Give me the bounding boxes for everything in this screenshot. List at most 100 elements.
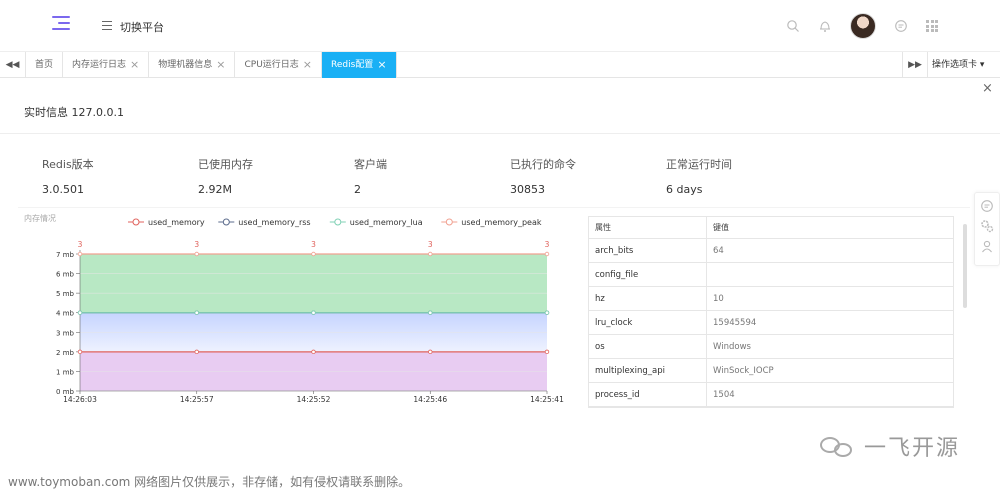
data-point[interactable] bbox=[311, 251, 316, 257]
row-key: os bbox=[589, 334, 707, 359]
data-point[interactable] bbox=[77, 310, 83, 315]
table-row: lru_clock 15945594 bbox=[589, 310, 953, 335]
brand-watermark: 一飞开源 bbox=[818, 430, 960, 462]
legend-label: used_memory_rss bbox=[238, 218, 310, 227]
tab-scroll-left-icon[interactable]: ◀◀ bbox=[0, 52, 26, 78]
divider bbox=[18, 207, 970, 208]
tab-memory-log[interactable]: 内存运行日志 × bbox=[63, 52, 150, 78]
data-point[interactable] bbox=[544, 349, 550, 355]
data-label: 3 bbox=[545, 240, 550, 249]
legend-label: used_memory bbox=[148, 218, 205, 227]
data-point[interactable] bbox=[428, 349, 433, 355]
legend-item[interactable]: used_memory_peak bbox=[441, 218, 542, 227]
header-value: 键值 bbox=[713, 223, 729, 232]
data-point[interactable] bbox=[194, 251, 199, 257]
tab-home[interactable]: 首页 bbox=[26, 52, 64, 78]
header-key: 属性 bbox=[589, 217, 707, 239]
row-value: 1504 bbox=[713, 389, 735, 400]
data-label: 3 bbox=[311, 240, 316, 249]
row-key: lru_clock bbox=[589, 310, 707, 335]
y-tick-label: 7 mb bbox=[56, 251, 74, 259]
area-fill bbox=[80, 254, 547, 313]
top-header: 切换平台 bbox=[0, 0, 1000, 52]
stat-redis-version: Redis版本 3.0.501 bbox=[42, 156, 94, 196]
data-point[interactable] bbox=[311, 310, 316, 315]
table-header: 属性 键值 bbox=[589, 217, 953, 239]
stat-label: Redis版本 bbox=[42, 158, 94, 171]
stat-clients: 客户端 2 bbox=[354, 156, 387, 196]
stat-value: 2.92M bbox=[198, 183, 232, 196]
data-point[interactable] bbox=[544, 251, 550, 257]
data-point[interactable] bbox=[194, 349, 199, 355]
stat-label: 已执行的命令 bbox=[510, 158, 576, 171]
page-title: 实时信息 127.0.0.1 bbox=[24, 106, 124, 119]
legend-item[interactable]: used_memory_lua bbox=[329, 218, 423, 227]
row-value: 15945594 bbox=[713, 317, 757, 328]
data-point[interactable] bbox=[428, 251, 433, 257]
user-icon[interactable] bbox=[980, 239, 994, 253]
stat-value: 30853 bbox=[510, 183, 545, 196]
y-tick-label: 4 mb bbox=[56, 310, 74, 318]
row-value: WinSock_IOCP bbox=[713, 365, 774, 376]
tab-machine-info[interactable]: 物理机器信息 × bbox=[149, 52, 236, 78]
data-point[interactable] bbox=[544, 310, 550, 315]
data-point[interactable] bbox=[311, 349, 316, 355]
site-watermark: www.toymoban.com 网络图片仅供展示，非存储，如有侵权请联系删除。 bbox=[8, 475, 411, 489]
list-icon bbox=[102, 21, 112, 33]
data-point[interactable] bbox=[428, 310, 433, 315]
chat-icon[interactable] bbox=[894, 19, 908, 33]
table-row: multiplexing_api WinSock_IOCP bbox=[589, 358, 953, 383]
stat-value: 2 bbox=[354, 183, 361, 196]
legend-item[interactable]: used_memory bbox=[128, 218, 205, 227]
close-icon[interactable]: × bbox=[303, 52, 312, 78]
table-row: process_id 1504 bbox=[589, 382, 953, 407]
switch-platform-button[interactable]: 切换平台 bbox=[102, 19, 164, 35]
stat-value: 3.0.501 bbox=[42, 183, 84, 196]
legend-label: used_memory_lua bbox=[350, 218, 423, 227]
y-tick-label: 6 mb bbox=[56, 271, 74, 279]
close-icon[interactable]: × bbox=[130, 52, 139, 78]
avatar[interactable] bbox=[850, 13, 876, 39]
tab-label: Redis配置 bbox=[331, 60, 374, 70]
tab-label: CPU运行日志 bbox=[244, 60, 299, 70]
scrollbar[interactable] bbox=[963, 224, 967, 308]
settings-icon[interactable] bbox=[980, 219, 994, 233]
search-icon[interactable] bbox=[786, 19, 800, 33]
tab-cpu-log[interactable]: CPU运行日志 × bbox=[235, 52, 323, 78]
table-row: hz 10 bbox=[589, 286, 953, 311]
legend-label: used_memory_peak bbox=[461, 218, 542, 227]
divider bbox=[0, 133, 1000, 134]
stat-label: 客户端 bbox=[354, 158, 387, 171]
chat-icon[interactable] bbox=[980, 199, 994, 213]
tab-scroll-right-icon[interactable]: ▶▶ bbox=[902, 52, 928, 78]
apps-grid-icon[interactable] bbox=[926, 20, 938, 32]
y-tick-label: 3 mb bbox=[56, 329, 74, 337]
data-point[interactable] bbox=[77, 349, 83, 355]
x-tick-label: 14:25:41 bbox=[530, 395, 564, 404]
table-row: arch_bits 64 bbox=[589, 238, 953, 263]
stat-uptime: 正常运行时间 6 days bbox=[666, 156, 732, 196]
close-icon[interactable]: × bbox=[216, 52, 225, 78]
wechat-logo-icon bbox=[818, 433, 858, 459]
row-key: process_id bbox=[589, 382, 707, 407]
x-tick-label: 14:25:52 bbox=[297, 395, 331, 404]
bell-icon[interactable] bbox=[818, 19, 832, 33]
switch-platform-label: 切换平台 bbox=[120, 21, 164, 34]
stat-commands: 已执行的命令 30853 bbox=[510, 156, 576, 196]
data-point[interactable] bbox=[77, 251, 83, 257]
tab-label: 内存运行日志 bbox=[72, 60, 127, 70]
data-label: 3 bbox=[428, 240, 433, 249]
close-icon[interactable]: × bbox=[377, 52, 386, 78]
legend-item[interactable]: used_memory_rss bbox=[218, 218, 311, 227]
row-value: Windows bbox=[713, 341, 751, 352]
tab-redis-config[interactable]: Redis配置 × bbox=[322, 52, 397, 78]
table-row: os Windows bbox=[589, 334, 953, 359]
brand-name: 一飞开源 bbox=[864, 436, 961, 461]
y-tick-label: 2 mb bbox=[56, 349, 74, 357]
menu-toggle-icon[interactable] bbox=[52, 16, 70, 34]
x-tick-label: 14:25:46 bbox=[413, 395, 447, 404]
close-panel-icon[interactable]: × bbox=[982, 81, 993, 96]
data-point[interactable] bbox=[194, 310, 199, 315]
tab-options-dropdown[interactable]: 操作选项卡 ▾ bbox=[932, 52, 984, 78]
tab-label: 首页 bbox=[35, 60, 54, 70]
